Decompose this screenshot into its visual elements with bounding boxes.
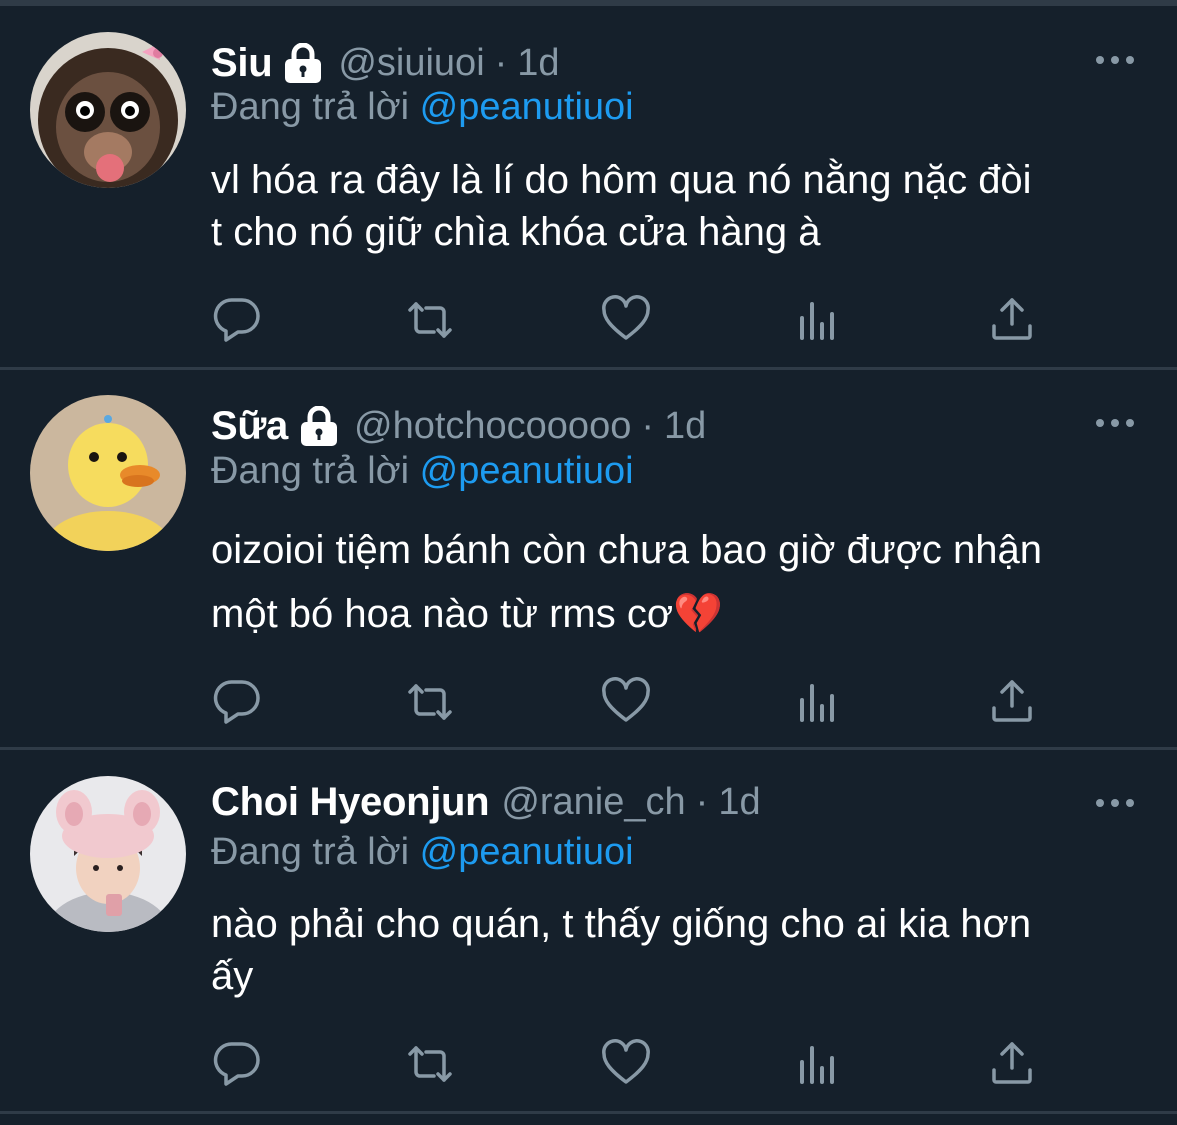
duck-avatar-icon <box>30 395 186 551</box>
tweet-text: oizoioi tiệm bánh còn chưa bao giờ được … <box>211 518 1141 646</box>
avatar[interactable] <box>30 395 186 551</box>
lock-icon <box>282 42 324 83</box>
retweet-icon[interactable] <box>404 676 456 728</box>
share-icon[interactable] <box>986 1038 1038 1090</box>
share-icon[interactable] <box>986 676 1038 728</box>
reply-mention-link[interactable]: @peanutiuoi <box>420 86 634 128</box>
views-icon[interactable] <box>792 1038 844 1090</box>
timestamp[interactable]: 1d <box>517 42 559 85</box>
handle[interactable]: @hotchocooooo <box>354 405 631 448</box>
timestamp[interactable]: 1d <box>718 781 760 824</box>
monkey-avatar-icon <box>30 32 186 188</box>
reply-mention-link[interactable]: @peanutiuoi <box>420 831 634 873</box>
like-icon[interactable] <box>600 294 652 346</box>
more-options-icon[interactable] <box>1095 413 1135 433</box>
reply-prefix: Đang trả lời <box>211 86 410 128</box>
separator-dot: · <box>494 41 508 84</box>
reply-prefix: Đang trả lời <box>211 831 410 873</box>
tweet-divider <box>0 747 1177 750</box>
reply-icon[interactable] <box>212 294 264 346</box>
reply-context: Đang trả lời @peanutiuoi <box>211 450 634 493</box>
tweet-divider <box>0 1111 1177 1114</box>
display-name[interactable]: Choi Hyeonjun <box>211 780 490 825</box>
reply-context: Đang trả lời @peanutiuoi <box>211 831 634 874</box>
more-options-icon[interactable] <box>1095 50 1135 70</box>
views-icon[interactable] <box>792 294 844 346</box>
reply-context: Đang trả lời @peanutiuoi <box>211 86 634 129</box>
timestamp[interactable]: 1d <box>664 405 706 448</box>
person-avatar-icon <box>30 776 186 932</box>
tweet-header: Sữa @hotchocooooo · 1d <box>211 401 706 451</box>
share-icon[interactable] <box>986 294 1038 346</box>
tweet-text: nào phải cho quán, t thấy giống cho ai k… <box>211 898 1141 1002</box>
tweet-text-line: nào phải cho quán, t thấy giống cho ai k… <box>211 902 1032 946</box>
reply-icon[interactable] <box>212 676 264 728</box>
views-icon[interactable] <box>792 676 844 728</box>
separator-dot: · <box>695 780 709 823</box>
tweet-header: Choi Hyeonjun @ranie_ch · 1d <box>211 777 761 827</box>
retweet-icon[interactable] <box>404 294 456 346</box>
reply-mention-link[interactable]: @peanutiuoi <box>420 450 634 492</box>
tweet-text-line: ấy <box>211 954 254 998</box>
tweet-text-line: vl hóa ra đây là lí do hôm qua nó nằng n… <box>211 158 1032 202</box>
retweet-icon[interactable] <box>404 1038 456 1090</box>
lock-icon <box>298 405 340 446</box>
like-icon[interactable] <box>600 1038 652 1090</box>
tweet-header: Siu @siuiuoi · 1d <box>211 38 560 88</box>
handle[interactable]: @ranie_ch <box>501 781 685 824</box>
tweet-text-line: oizoioi tiệm bánh còn chưa bao giờ được … <box>211 528 1042 572</box>
avatar[interactable] <box>30 32 186 188</box>
top-divider <box>0 0 1177 6</box>
avatar[interactable] <box>30 776 186 932</box>
tweet-text: vl hóa ra đây là lí do hôm qua nó nằng n… <box>211 154 1141 258</box>
display-name[interactable]: Siu <box>211 41 273 86</box>
separator-dot: · <box>641 404 654 447</box>
reply-icon[interactable] <box>212 1038 264 1090</box>
more-options-icon[interactable] <box>1095 793 1135 813</box>
tweet-text-line: một bó hoa nào từ rms cơ💔 <box>211 592 723 636</box>
tweet-text-line: t cho nó giữ chìa khóa cửa hàng à <box>211 210 821 254</box>
reply-prefix: Đang trả lời <box>211 450 410 492</box>
display-name[interactable]: Sữa <box>211 404 288 449</box>
tweet-divider <box>0 367 1177 370</box>
like-icon[interactable] <box>600 676 652 728</box>
handle[interactable]: @siuiuoi <box>338 42 484 85</box>
